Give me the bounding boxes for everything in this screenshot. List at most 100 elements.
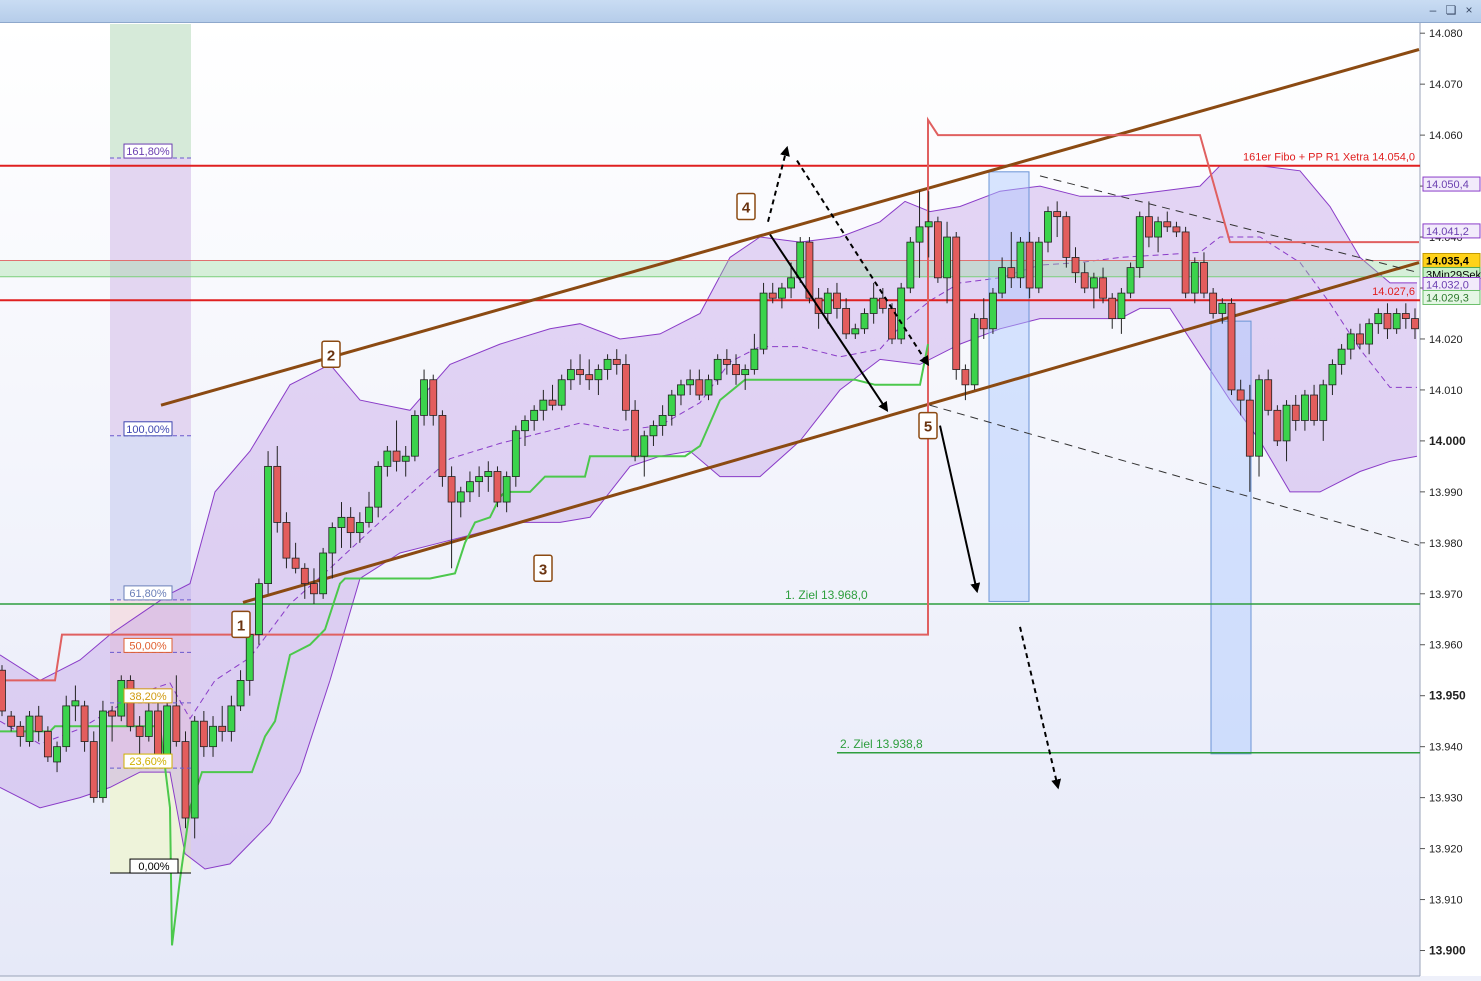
candle-body-up (1154, 221, 1162, 238)
candle-body-down (1163, 221, 1172, 228)
wave-label-3: 3 (539, 561, 547, 578)
candle-body-down (1236, 389, 1245, 401)
candle-body-up (264, 465, 272, 584)
candle-body-up (475, 476, 484, 483)
candle-body-down (842, 307, 851, 335)
candle-body-up (456, 491, 465, 503)
candle (1227, 298, 1236, 396)
candle-body-down (493, 471, 502, 503)
candle-body-down (631, 409, 639, 457)
candle-body-up (466, 481, 474, 493)
price-tag-text: 14.041,2 (1426, 226, 1469, 238)
candle-body-down (1200, 262, 1208, 294)
candle-body-up (1089, 277, 1098, 289)
candle-body-down (1025, 241, 1034, 289)
candle-body-down (933, 221, 942, 279)
candle-body-down (1099, 277, 1107, 299)
candle-body-down (80, 705, 89, 742)
y-tick-label: 13.910 (1429, 895, 1463, 907)
axis-background (1420, 23, 1481, 976)
candle-body-up (989, 292, 997, 330)
fib-zone-extension-top (110, 24, 191, 159)
candle-body-down (43, 730, 52, 758)
candle-body-up (823, 292, 832, 314)
candle (970, 313, 979, 390)
candle (99, 700, 107, 803)
candle (989, 288, 997, 334)
candle (906, 237, 915, 294)
candle (319, 547, 328, 599)
candle-body-up (62, 705, 71, 748)
candle-body-up (1300, 394, 1309, 421)
candle-body-up (163, 705, 172, 758)
candle-body-up (897, 287, 906, 340)
candle-body-down (392, 450, 401, 462)
candle (126, 675, 135, 732)
candle-body-down (548, 399, 557, 406)
candle-body-up (649, 425, 658, 437)
candle (89, 731, 98, 803)
candle-body-up (1135, 216, 1144, 269)
wave-label-4: 4 (742, 199, 751, 216)
candle-body-down (7, 715, 16, 727)
candle-body-down (612, 358, 621, 365)
candle-body-up (1016, 241, 1025, 279)
y-tick-label: 13.900 (1429, 944, 1466, 958)
candle-body-down (154, 710, 162, 758)
candle-body-down (310, 583, 318, 595)
candle-body-up (401, 455, 410, 462)
candle-body-up (71, 700, 80, 707)
candle-body-down (1062, 216, 1071, 258)
candle-body-up (410, 415, 419, 457)
candle-body-up (686, 379, 695, 386)
candle (1273, 405, 1282, 446)
level-label-target-2: 2. Ziel 13.938,8 (840, 737, 923, 751)
candle (0, 665, 6, 717)
candle-body-up (1034, 241, 1043, 289)
candle-body-up (502, 476, 511, 503)
candle-body-up (677, 384, 685, 396)
candle-body-down (1273, 409, 1282, 442)
candle (952, 231, 961, 380)
candle-body-up (53, 746, 61, 763)
candle-body-down (273, 465, 282, 523)
candle-body-down (1245, 399, 1254, 457)
candle-body-up (1392, 313, 1401, 330)
candle-body-down (722, 358, 731, 365)
candle-body-up (521, 420, 529, 432)
candle-body-up (640, 435, 649, 457)
price-chart[interactable]: 161er Fibo + PP R1 Xetra 14.054,0 14.027,… (0, 0, 1481, 981)
candle (897, 282, 906, 345)
candle-body-up (383, 450, 392, 467)
candle-body-up (713, 358, 722, 381)
price-tag-text: 14.050,4 (1426, 179, 1469, 191)
candle-body-up (99, 710, 107, 799)
y-tick-label: 14.060 (1429, 130, 1463, 142)
candle-body-up (658, 415, 667, 427)
candle-body-down (1401, 313, 1410, 319)
candle-body-down (1411, 318, 1419, 330)
candle-body-up (924, 221, 933, 228)
candle-body-up (1346, 333, 1355, 350)
y-tick-label: 13.940 (1429, 742, 1463, 754)
candle-body-down (952, 236, 961, 370)
candle-body-down (1383, 313, 1392, 330)
candle-body-up (245, 634, 254, 681)
candle (493, 466, 502, 508)
y-tick-label: 13.960 (1429, 640, 1463, 652)
candle-body-up (355, 522, 364, 534)
chart-window: – ❏ × 161er Fibo + PP R1 Xetra 14.054,0 1… (0, 0, 1481, 981)
candle-body-up (1255, 379, 1263, 457)
candle-body-up (998, 267, 1007, 294)
candle-body-up (1337, 348, 1346, 365)
candle-body-up (1319, 384, 1328, 421)
candle-body-down (108, 710, 117, 717)
candle-body-down (199, 720, 208, 748)
candle-body-down (622, 364, 630, 411)
level-label-target-1: 1. Ziel 13.968,0 (785, 588, 868, 602)
candle-body-up (1117, 292, 1126, 319)
candle-body-up (511, 430, 520, 477)
candle (1025, 231, 1034, 299)
y-tick-label: 14.070 (1429, 79, 1463, 91)
candle-body-down (429, 379, 438, 416)
